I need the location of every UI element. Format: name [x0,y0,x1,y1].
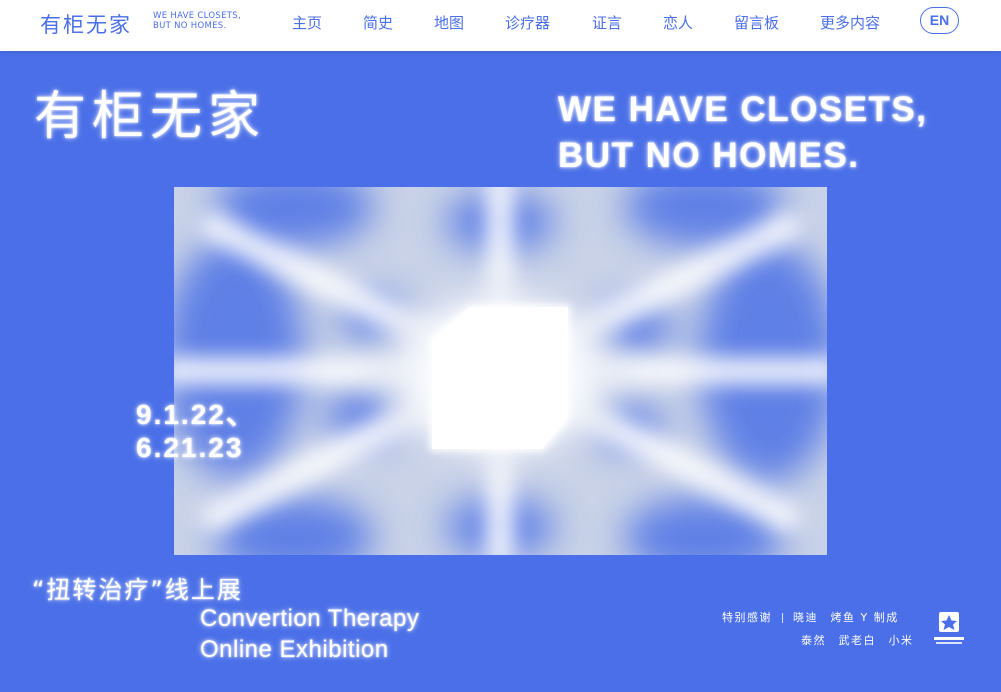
credits-names-row1: 晓迪 烤鱼 Y 制成 [793,611,899,624]
nav-item-home[interactable]: 主页 [292,12,322,33]
nav-item-history[interactable]: 简史 [363,12,393,33]
date-end: 6.21.23 [136,432,244,463]
credits-names-row2: 泰然 武老白 小米 [801,634,914,647]
exhibition-title-cn: “扭转治疗”线上展 [32,576,243,604]
logo-en[interactable]: WE HAVE CLOSETS, BUT NO HOMES. [153,11,263,31]
exhibition-title-en-line2: Online Exhibition [200,636,389,663]
hero-title-en-line1: WE HAVE CLOSETS, [558,90,928,129]
nav-item-therapy-device[interactable]: 诊疗器 [505,12,550,33]
credits-row-1: 特别感谢 晓迪 烤鱼 Y 制成 [722,609,899,625]
logo-en-line2: BUT NO HOMES. [153,21,227,31]
credits-label: 特别感谢 [722,611,772,624]
date-start: 9.1.22、 [136,399,256,430]
partner-logo-icon [934,612,964,644]
exhibition-dates: 9.1.22、 6.21.23 [136,398,256,464]
hero-title-en-line2: BUT NO HOMES. [558,136,860,175]
nav-item-message-board[interactable]: 留言板 [734,12,779,33]
language-toggle-button[interactable]: EN [920,7,959,34]
credits-divider [782,613,783,623]
hero-title-cn: 有柜无家 [34,87,267,147]
nav-item-more[interactable]: 更多内容 [820,12,880,33]
nav-item-lovers[interactable]: 恋人 [663,12,693,33]
logo-en-line1: WE HAVE CLOSETS, [153,11,241,21]
top-nav-bar: 有柜无家 WE HAVE CLOSETS, BUT NO HOMES. 主页 简… [0,0,1001,51]
credits-row-2: 泰然 武老白 小米 [801,632,914,648]
exhibition-title-en: Convertion Therapy Online Exhibition [200,603,419,665]
nav-item-testimony[interactable]: 证言 [592,12,622,33]
nav-item-map[interactable]: 地图 [434,12,464,33]
logo-cn[interactable]: 有柜无家 [40,9,132,39]
exhibition-title-en-line1: Convertion Therapy [200,605,420,632]
hero-title-en: WE HAVE CLOSETS, BUT NO HOMES. [558,87,928,179]
blurred-star-graphic [174,187,827,555]
hero-visual-image [174,187,827,555]
